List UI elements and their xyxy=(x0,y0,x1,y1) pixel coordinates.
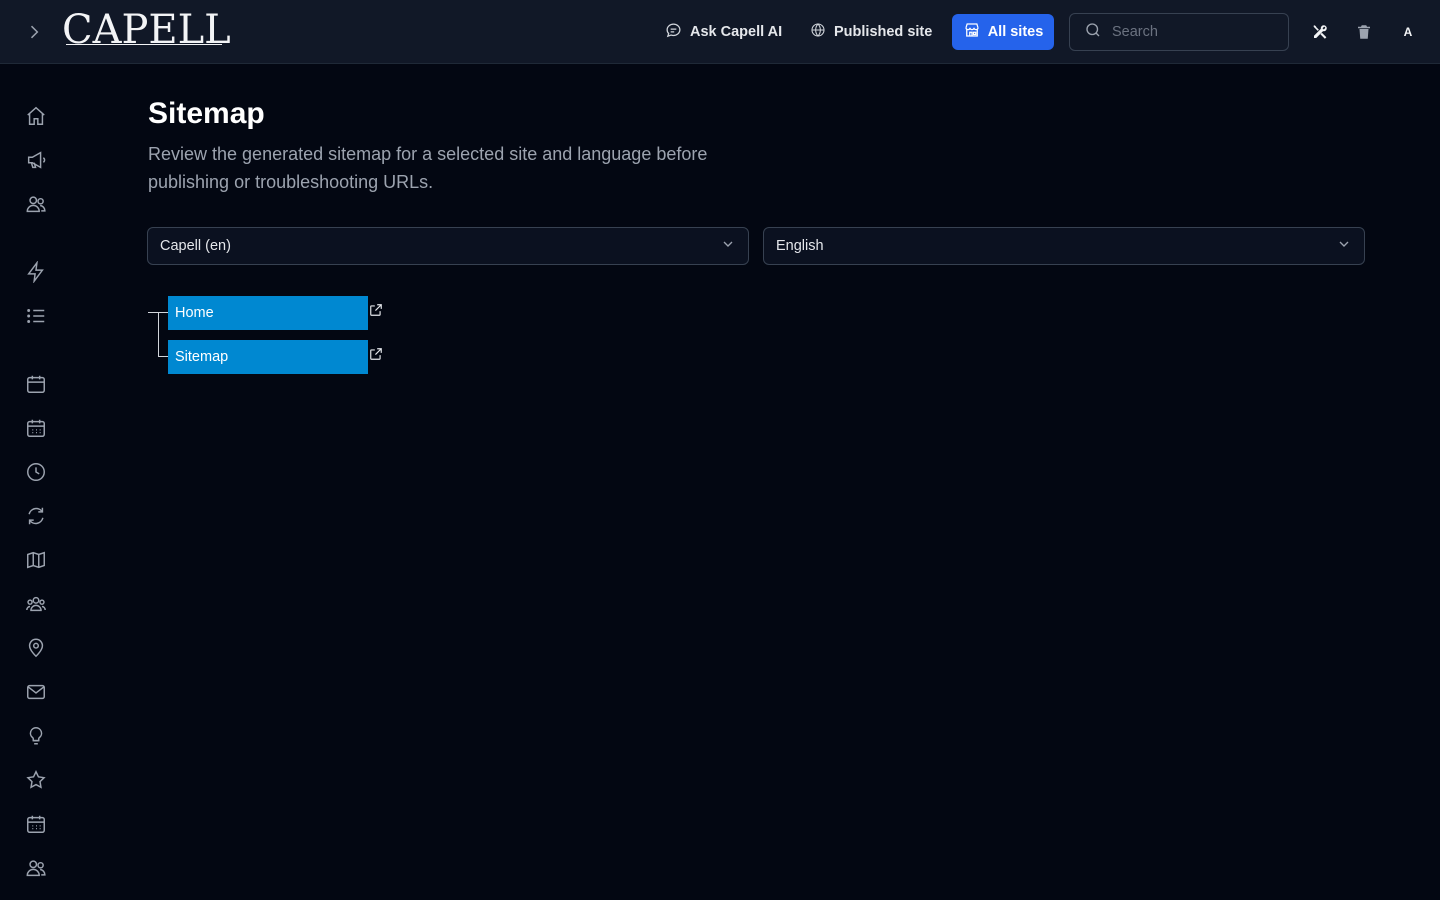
tree-connector xyxy=(158,356,168,357)
chevron-right-icon[interactable] xyxy=(22,20,46,44)
users-icon[interactable] xyxy=(24,856,48,880)
sitemap-node-label: Home xyxy=(175,305,214,321)
chat-bubble-icon xyxy=(665,22,682,43)
list-icon[interactable] xyxy=(24,304,48,328)
search-box[interactable] xyxy=(1069,13,1289,51)
chevron-down-icon xyxy=(1336,236,1352,256)
home-icon[interactable] xyxy=(24,104,48,128)
language-select[interactable]: English xyxy=(763,227,1365,265)
published-site-link[interactable]: Published site xyxy=(810,14,932,50)
page-description: Review the generated sitemap for a selec… xyxy=(148,144,708,192)
page-title: Sitemap xyxy=(148,97,265,130)
external-link-icon[interactable] xyxy=(369,347,383,361)
sitemap-node-sitemap[interactable]: Sitemap xyxy=(168,340,368,374)
star-icon[interactable] xyxy=(24,768,48,792)
tree-connector xyxy=(158,312,159,357)
calendar-days-icon[interactable] xyxy=(24,812,48,836)
site-select[interactable]: Capell (en) xyxy=(147,227,749,265)
calendar-icon[interactable] xyxy=(24,372,48,396)
megaphone-icon[interactable] xyxy=(24,148,48,172)
trash-icon[interactable] xyxy=(1352,20,1376,44)
globe-icon xyxy=(810,22,826,42)
chevron-down-icon xyxy=(720,236,736,256)
search-input[interactable] xyxy=(1112,24,1272,40)
refresh-icon[interactable] xyxy=(24,504,48,528)
map-pin-icon[interactable] xyxy=(24,636,48,660)
ask-ai-link[interactable]: Ask Capell AI xyxy=(665,14,782,50)
user-group-icon[interactable] xyxy=(24,592,48,616)
light-bulb-icon[interactable] xyxy=(24,724,48,748)
all-sites-button[interactable]: All sites xyxy=(952,14,1054,50)
site-select-value: Capell (en) xyxy=(160,238,231,254)
external-link-icon[interactable] xyxy=(369,303,383,317)
user-avatar[interactable]: A xyxy=(1396,20,1420,44)
clock-icon[interactable] xyxy=(24,460,48,484)
ask-ai-label: Ask Capell AI xyxy=(690,24,783,40)
published-site-label: Published site xyxy=(834,24,933,40)
all-sites-label: All sites xyxy=(987,24,1044,40)
sitemap-node-label: Sitemap xyxy=(175,349,229,365)
bolt-icon[interactable] xyxy=(24,260,48,284)
users-icon[interactable] xyxy=(24,192,48,216)
tools-icon[interactable] xyxy=(1308,20,1332,44)
storefront-icon xyxy=(963,21,981,43)
logo-underline xyxy=(66,44,222,45)
calendar-days-icon[interactable] xyxy=(24,416,48,440)
top-bar: CAPELL Ask Capell AI Published site All … xyxy=(0,0,1440,64)
language-select-value: English xyxy=(776,238,824,254)
sitemap-node-home[interactable]: Home xyxy=(168,296,368,330)
envelope-icon[interactable] xyxy=(24,680,48,704)
search-icon xyxy=(1084,21,1102,44)
map-icon[interactable] xyxy=(24,548,48,572)
